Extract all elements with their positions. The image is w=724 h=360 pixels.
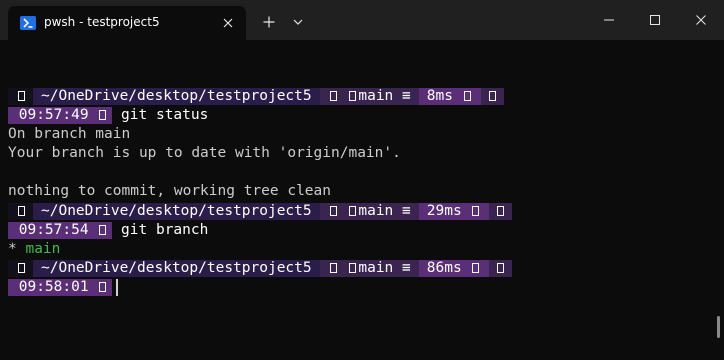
duration-segment: 86ms: [418, 259, 490, 277]
powershell-icon: [20, 16, 36, 30]
prompt-branch: main: [358, 88, 394, 104]
command-text: git branch: [121, 221, 209, 238]
separator-icon: [497, 262, 505, 273]
minimize-icon: [604, 19, 614, 21]
tab-pwsh[interactable]: pwsh - testproject5: [8, 6, 246, 40]
git-segment: main ≡: [319, 259, 419, 277]
path-segment: ~/OneDrive/desktop/testproject5: [33, 88, 320, 105]
command-text: git status: [121, 107, 209, 124]
prompt-path: ~/OneDrive/desktop/testproject5: [41, 88, 312, 104]
os-segment: [8, 259, 33, 277]
output-line: On branch main: [8, 126, 131, 143]
prompt-duration: 8ms: [426, 88, 453, 104]
os-icon: [18, 91, 25, 101]
duration-segment: 8ms: [418, 88, 481, 105]
scrollbar-thumb[interactable]: [717, 316, 720, 338]
prompt-duration: 86ms: [426, 259, 462, 276]
plus-icon: [263, 16, 275, 28]
new-tab-button[interactable]: [258, 11, 280, 33]
prompt-time-line: 09:57:49 git status: [8, 106, 708, 125]
time-segment: 09:57:54: [8, 221, 113, 239]
time-segment: 09:57:49: [8, 107, 113, 125]
profile-dropdown-button[interactable]: [287, 11, 309, 33]
git-icon: [329, 205, 337, 216]
prompt-branch: main: [358, 202, 394, 219]
branch-icon: [349, 91, 357, 101]
maximize-icon: [650, 15, 660, 25]
prompt-git-status: ≡: [402, 259, 411, 276]
output-line: * main: [8, 240, 708, 259]
close-icon[interactable]: [218, 13, 238, 33]
current-branch: main: [25, 240, 61, 257]
separator-icon: [497, 205, 505, 216]
branch-marker: *: [8, 240, 17, 257]
end-segment: [489, 202, 513, 220]
minimize-button[interactable]: [586, 0, 632, 40]
maximize-button[interactable]: [632, 0, 678, 40]
os-icon: [18, 262, 25, 273]
prompt-path: ~/OneDrive/desktop/testproject5: [41, 259, 312, 276]
prompt-line: ~/OneDrive/desktop/testproject5 main ≡ 86…: [8, 259, 708, 278]
git-icon: [329, 262, 337, 273]
terminal-output[interactable]: ~/OneDrive/desktop/testproject5 main ≡ 8m…: [8, 87, 708, 297]
end-segment: [489, 259, 513, 277]
tab-title: pwsh - testproject5: [44, 15, 160, 29]
prompt-time-line: 09:57:54 git branch: [8, 221, 708, 240]
os-segment: [8, 88, 33, 105]
clock-icon: [99, 224, 107, 235]
prompt-line: ~/OneDrive/desktop/testproject5 main ≡ 8m…: [8, 87, 708, 106]
prompt-line: ~/OneDrive/desktop/testproject5 main ≡ 29…: [8, 202, 708, 221]
prompt-time: 09:57:49: [18, 107, 89, 124]
branch-icon: [349, 205, 357, 216]
path-segment: ~/OneDrive/desktop/testproject5: [33, 259, 320, 277]
git-icon: [329, 91, 337, 101]
prompt-git-status: ≡: [402, 202, 411, 219]
prompt-duration: 29ms: [426, 202, 462, 219]
prompt-time: 09:58:01: [18, 278, 89, 295]
output-line: Your branch is up to date with 'origin/m…: [8, 145, 401, 162]
chevron-down-icon: [293, 19, 303, 25]
output-line: nothing to commit, working tree clean: [8, 183, 332, 200]
timer-icon: [472, 262, 480, 273]
clock-icon: [99, 110, 107, 121]
prompt-time-line[interactable]: 09:58:01: [8, 278, 708, 297]
title-bar: pwsh - testproject5: [0, 0, 724, 40]
prompt-path: ~/OneDrive/desktop/testproject5: [41, 202, 312, 219]
path-segment: ~/OneDrive/desktop/testproject5: [33, 202, 320, 220]
text-cursor: [116, 278, 119, 296]
prompt-time: 09:57:54: [18, 221, 89, 238]
git-segment: main ≡: [319, 202, 419, 220]
prompt-git-status: ≡: [402, 88, 411, 104]
separator-icon: [488, 91, 496, 101]
os-icon: [18, 205, 25, 216]
close-window-button[interactable]: [678, 0, 724, 40]
duration-segment: 29ms: [418, 202, 490, 220]
clock-icon: [99, 281, 107, 292]
git-segment: main ≡: [319, 88, 419, 105]
timer-icon: [463, 91, 471, 101]
os-segment: [8, 202, 33, 220]
timer-icon: [472, 205, 480, 216]
prompt-branch: main: [358, 259, 394, 276]
close-icon: [696, 15, 706, 25]
time-segment: 09:58:01: [8, 278, 113, 296]
branch-icon: [349, 262, 357, 273]
end-segment: [480, 88, 504, 105]
